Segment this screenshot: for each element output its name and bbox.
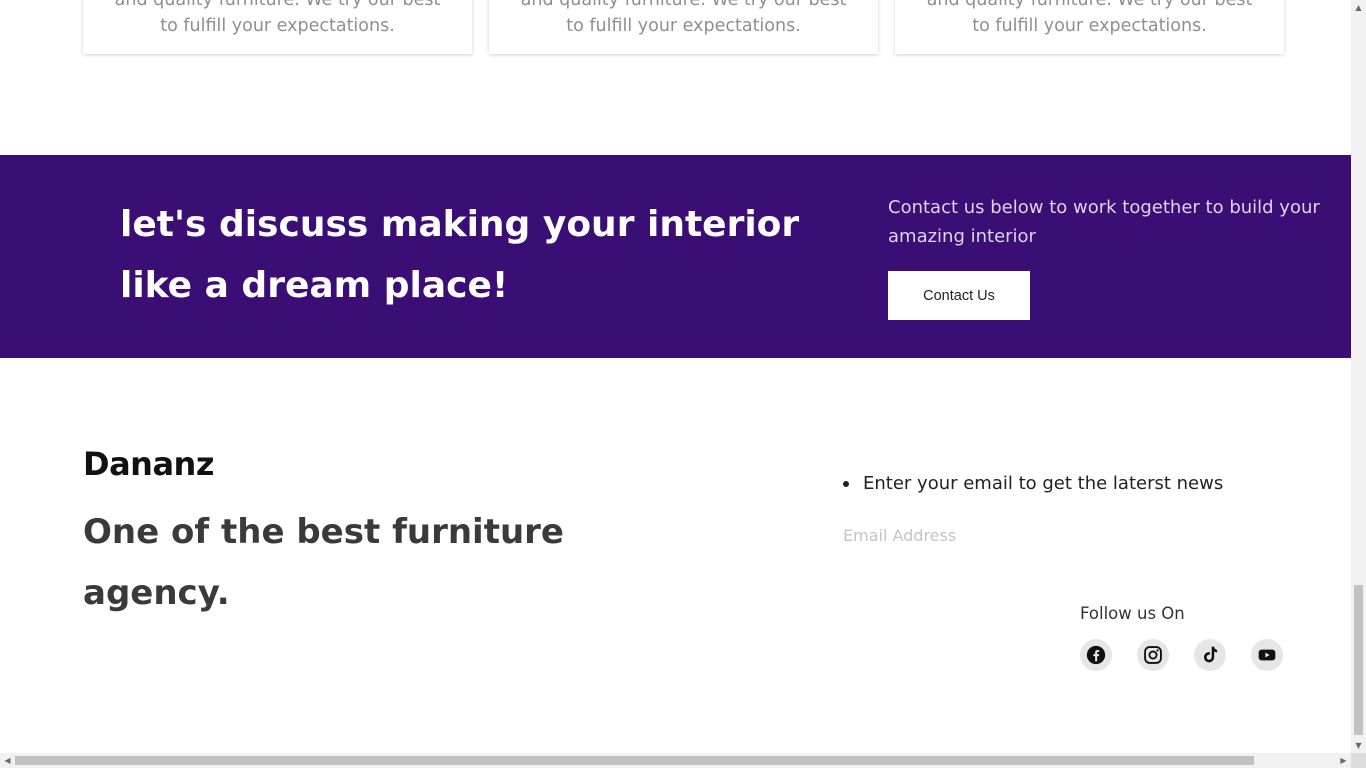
facebook-link[interactable] <box>1080 639 1112 671</box>
email-address-input[interactable] <box>843 520 1283 550</box>
horizontal-scrollbar[interactable]: ◀ ▶ <box>0 753 1351 768</box>
follow-us-label: Follow us On <box>1080 604 1185 623</box>
scrollbar-corner <box>1351 753 1366 768</box>
cta-heading: let's discuss making your interior like … <box>120 204 800 306</box>
instagram-link[interactable] <box>1137 639 1169 671</box>
card-text-line: to fulfill your expectations. <box>566 16 801 36</box>
scroll-left-arrow-icon[interactable]: ◀ <box>0 753 15 768</box>
feature-card: and quality furniture. We try our best t… <box>489 0 878 54</box>
feature-card: and quality furniture. We try our best t… <box>83 0 472 54</box>
instagram-icon <box>1144 646 1162 664</box>
card-text-line: to fulfill your expectations. <box>160 16 395 36</box>
scroll-down-arrow-icon[interactable]: ▼ <box>1351 738 1366 753</box>
card-text-line: to fulfill your expectations. <box>972 16 1207 36</box>
facebook-icon <box>1086 645 1106 665</box>
youtube-icon <box>1258 649 1276 661</box>
bullet-icon <box>843 481 849 487</box>
vertical-scroll-thumb[interactable] <box>1354 585 1363 735</box>
youtube-link[interactable] <box>1251 639 1283 671</box>
cta-description: Contact us below to work together to bui… <box>888 197 1320 247</box>
feature-card: and quality furniture. We try our best t… <box>895 0 1284 54</box>
brand-logo-text[interactable]: Dananz <box>83 445 214 483</box>
newsletter-item: Enter your email to get the laterst news <box>843 470 1223 498</box>
contact-us-button[interactable]: Contact Us <box>888 271 1030 320</box>
vertical-scrollbar[interactable]: ▲ ▼ <box>1351 0 1366 753</box>
scroll-right-arrow-icon[interactable]: ▶ <box>1336 753 1351 768</box>
newsletter-list: Enter your email to get the laterst news <box>843 470 1223 498</box>
tiktok-icon <box>1204 646 1218 663</box>
scroll-up-arrow-icon[interactable]: ▲ <box>1351 0 1366 15</box>
horizontal-scroll-thumb[interactable] <box>15 756 1254 765</box>
tiktok-link[interactable] <box>1194 639 1226 671</box>
footer-tagline: One of the best furniture agency. <box>83 512 564 613</box>
newsletter-text: Enter your email to get the laterst news <box>863 473 1224 494</box>
